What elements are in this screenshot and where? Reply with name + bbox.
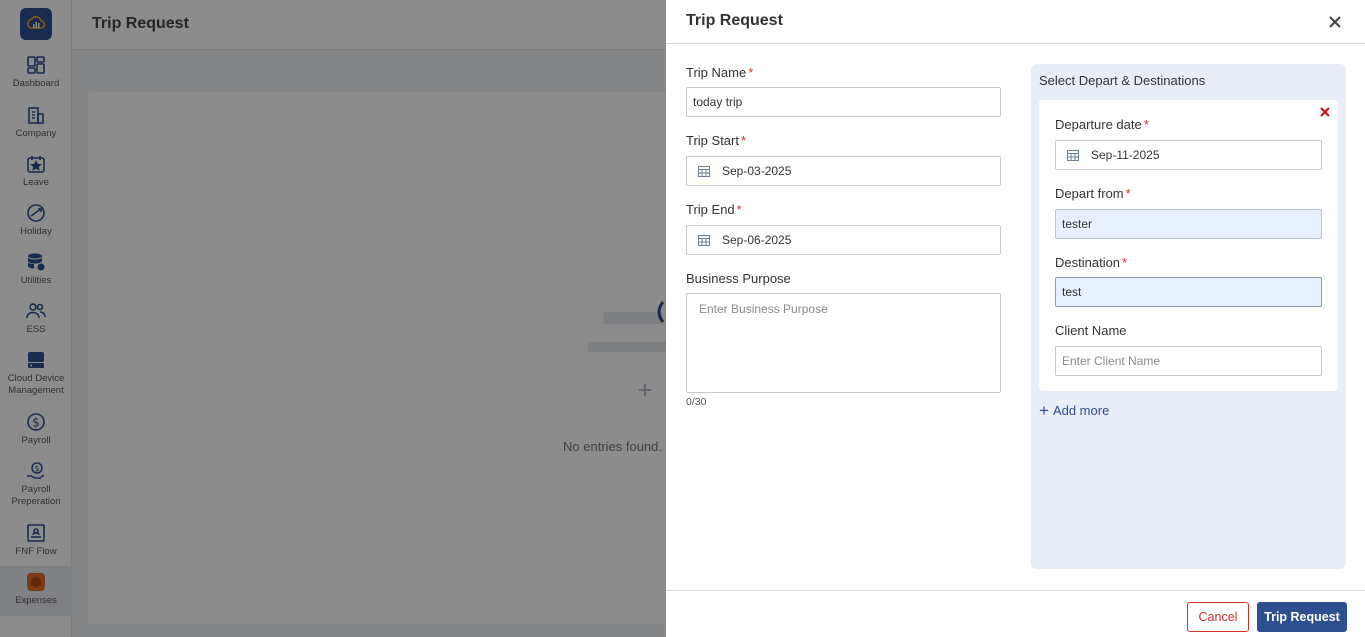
drawer-title: Trip Request bbox=[686, 12, 783, 29]
remove-destination-button[interactable] bbox=[1319, 106, 1331, 118]
trip-end-label: Trip End * bbox=[686, 202, 742, 217]
depart-from-value: tester bbox=[1062, 217, 1093, 231]
calendar-icon bbox=[698, 233, 712, 247]
trip-end-value: Sep-06-2025 bbox=[722, 233, 792, 247]
trip-start-label: Trip Start * bbox=[686, 133, 747, 148]
destination-input[interactable]: test bbox=[1055, 277, 1322, 307]
calendar-icon bbox=[1067, 148, 1081, 162]
departure-date-input[interactable]: Sep-11-2025 bbox=[1055, 140, 1322, 170]
trip-name-label: Trip Name * bbox=[686, 65, 754, 80]
close-icon bbox=[1329, 16, 1341, 28]
client-name-label: Client Name bbox=[1055, 323, 1127, 338]
trip-end-date-input[interactable]: Sep-06-2025 bbox=[686, 225, 1001, 255]
depart-from-input[interactable]: tester bbox=[1055, 209, 1322, 239]
add-more-button[interactable]: + Add more bbox=[1039, 401, 1110, 420]
trip-name-input[interactable]: today trip bbox=[686, 87, 1001, 117]
business-purpose-placeholder: Enter Business Purpose bbox=[699, 302, 828, 316]
destinations-title: Select Depart & Destinations bbox=[1039, 73, 1206, 88]
add-more-label: Add more bbox=[1052, 403, 1110, 418]
drawer-header: Trip Request bbox=[666, 0, 1365, 44]
departure-date-value: Sep-11-2025 bbox=[1091, 148, 1160, 162]
trip-start-value: Sep-03-2025 bbox=[722, 164, 792, 178]
depart-from-label: Depart from * bbox=[1055, 186, 1131, 201]
close-button[interactable] bbox=[1325, 12, 1345, 32]
business-purpose-label: Business Purpose bbox=[686, 271, 791, 286]
destination-label: Destination * bbox=[1055, 255, 1128, 270]
destinations-panel: Select Depart & Destinations Departure d… bbox=[1031, 64, 1346, 569]
trip-request-submit-button[interactable]: Trip Request bbox=[1257, 602, 1347, 632]
drawer-footer: Cancel Trip Request bbox=[666, 590, 1365, 637]
trip-start-date-input[interactable]: Sep-03-2025 bbox=[686, 156, 1001, 186]
client-name-input[interactable]: Enter Client Name bbox=[1055, 346, 1322, 376]
client-name-placeholder: Enter Client Name bbox=[1062, 354, 1161, 368]
destination-value: test bbox=[1062, 285, 1082, 299]
destination-card: Departure date * Sep-11-2025 Depart from *… bbox=[1039, 100, 1338, 391]
plus-icon: + bbox=[1039, 401, 1049, 420]
calendar-icon bbox=[698, 164, 712, 178]
departure-date-label: Departure date * bbox=[1055, 117, 1149, 132]
business-purpose-textarea[interactable]: Enter Business Purpose bbox=[686, 293, 1001, 393]
trip-name-value: today trip bbox=[693, 95, 743, 109]
character-counter: 0/30 bbox=[686, 396, 707, 408]
remove-icon bbox=[1320, 107, 1330, 117]
cancel-button[interactable]: Cancel bbox=[1187, 602, 1249, 632]
trip-request-drawer: Trip Request Trip Name * today trip Trip … bbox=[666, 0, 1365, 637]
